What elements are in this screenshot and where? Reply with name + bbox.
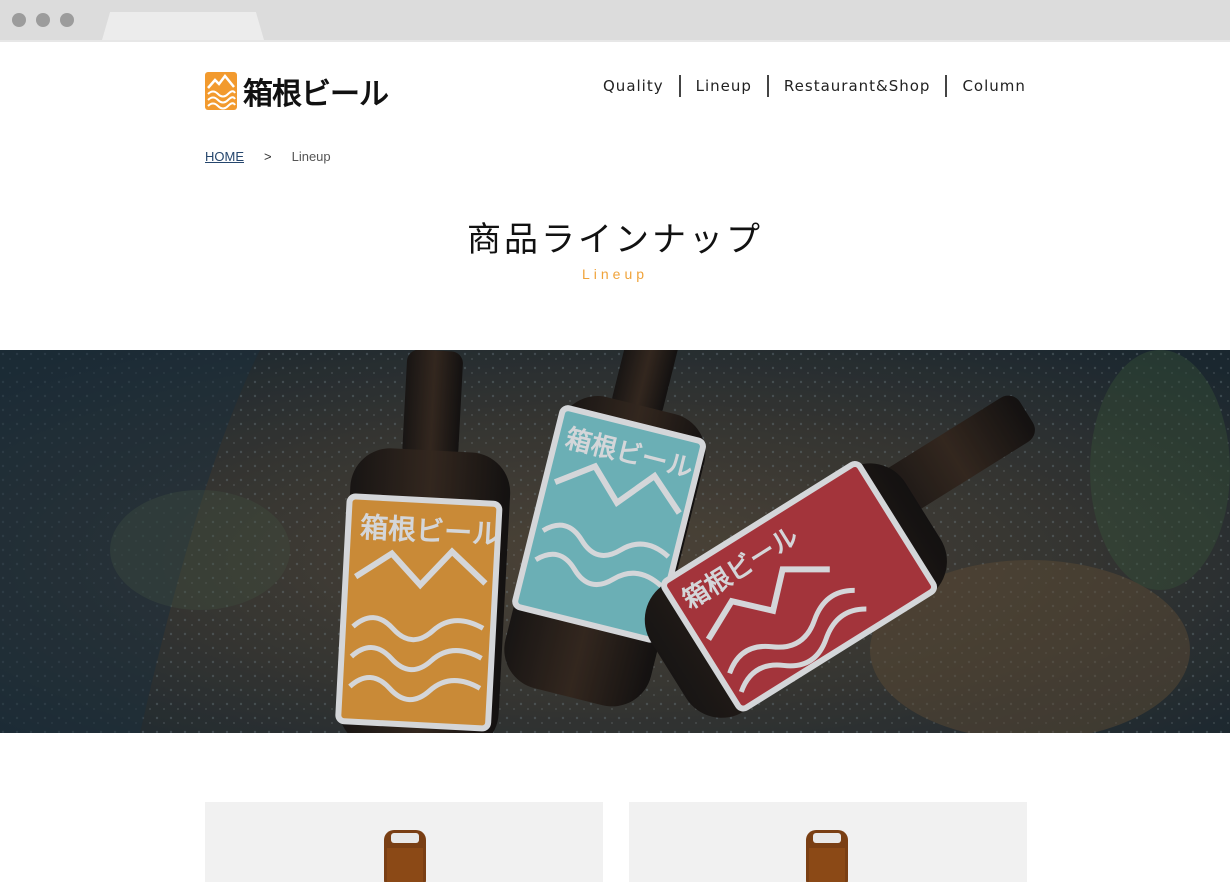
nav-separator bbox=[678, 75, 681, 97]
window-close-icon[interactable] bbox=[12, 13, 26, 27]
product-card[interactable] bbox=[629, 802, 1027, 882]
nav-item-lineup[interactable]: Lineup bbox=[696, 77, 752, 95]
breadcrumb-separator: > bbox=[264, 149, 272, 164]
product-card[interactable] bbox=[205, 802, 603, 882]
breadcrumb: HOME > Lineup bbox=[205, 149, 331, 164]
window-maximize-icon[interactable] bbox=[60, 13, 74, 27]
bottle-image bbox=[384, 830, 426, 882]
browser-tab[interactable] bbox=[102, 12, 264, 40]
breadcrumb-current: Lineup bbox=[291, 149, 331, 164]
window-minimize-icon[interactable] bbox=[36, 13, 50, 27]
nav-separator bbox=[766, 75, 769, 97]
main-nav: Quality Lineup Restaurant&Shop Column bbox=[603, 75, 1026, 97]
site-logo[interactable]: 箱根ビール bbox=[205, 69, 389, 113]
nav-item-quality[interactable]: Quality bbox=[603, 77, 664, 95]
fuji-wave-icon bbox=[205, 72, 237, 110]
nav-item-restaurant-shop[interactable]: Restaurant&Shop bbox=[784, 77, 931, 95]
page-title: 商品ラインナップ bbox=[467, 220, 763, 260]
hero-image: 箱根ビール 箱根ビール 箱根ビール bbox=[0, 350, 1230, 733]
bottle-image bbox=[806, 830, 848, 882]
nav-separator bbox=[945, 75, 948, 97]
page: 箱根ビール Quality Lineup Restaurant&Shop Col… bbox=[0, 42, 1230, 882]
page-subtitle: Lineup bbox=[581, 266, 649, 282]
logo-text: 箱根ビール bbox=[243, 77, 389, 112]
beer-bottles-photo: 箱根ビール 箱根ビール 箱根ビール bbox=[0, 350, 1230, 733]
browser-chrome bbox=[0, 0, 1230, 40]
nav-item-column[interactable]: Column bbox=[962, 77, 1025, 95]
breadcrumb-home-link[interactable]: HOME bbox=[205, 149, 244, 164]
